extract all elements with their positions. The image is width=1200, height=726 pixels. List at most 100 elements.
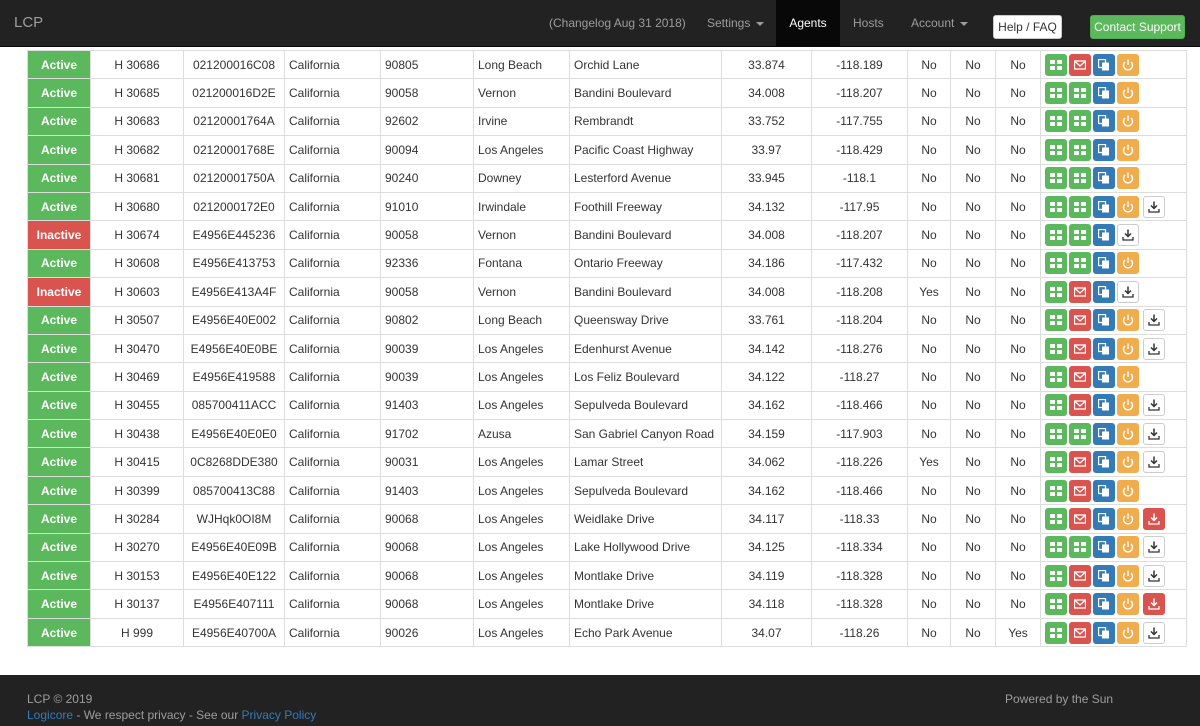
view-button[interactable] xyxy=(1045,167,1067,190)
download-button[interactable] xyxy=(1143,621,1165,644)
copy-button[interactable] xyxy=(1093,138,1115,161)
status-badge[interactable]: Active xyxy=(27,248,91,279)
message-button[interactable] xyxy=(1069,507,1091,530)
power-button[interactable] xyxy=(1117,365,1139,388)
view-button[interactable] xyxy=(1045,53,1067,76)
view-button[interactable] xyxy=(1045,82,1067,105)
status-badge[interactable]: Inactive xyxy=(27,220,91,250)
copy-button[interactable] xyxy=(1093,337,1115,360)
view-button[interactable] xyxy=(1045,280,1067,303)
table-row[interactable]: Active H 30469 E4956E419588 California 90039… xyxy=(27,362,1187,392)
download-button[interactable] xyxy=(1143,195,1165,218)
help-faq-button[interactable]: Help / FAQ xyxy=(993,15,1062,39)
copy-button[interactable] xyxy=(1093,564,1115,587)
message-button[interactable] xyxy=(1069,394,1091,417)
table-row[interactable]: Active H 30438 E4956E40E0E0 California 91702… xyxy=(27,419,1187,449)
view-button[interactable] xyxy=(1045,337,1067,360)
message-button[interactable] xyxy=(1069,564,1091,587)
view-button[interactable] xyxy=(1045,394,1067,417)
power-button[interactable] xyxy=(1117,138,1139,161)
view-button[interactable] xyxy=(1069,224,1091,247)
status-badge[interactable]: Active xyxy=(27,447,91,477)
power-button[interactable] xyxy=(1117,564,1139,587)
table-row[interactable]: Active H 30683 02120001764A California 92602… xyxy=(27,106,1187,137)
download-button[interactable] xyxy=(1117,280,1139,303)
status-badge[interactable]: Active xyxy=(27,362,91,392)
copy-button[interactable] xyxy=(1093,621,1115,644)
message-button[interactable] xyxy=(1069,309,1091,332)
view-button[interactable] xyxy=(1069,110,1091,133)
view-button[interactable] xyxy=(1045,451,1067,474)
copy-button[interactable] xyxy=(1093,507,1115,530)
view-button[interactable] xyxy=(1069,167,1091,190)
view-button[interactable] xyxy=(1045,365,1067,388)
table-row[interactable]: Active H 30284 WJHqk0OI8M California 90068 Lo… xyxy=(27,504,1187,534)
message-button[interactable] xyxy=(1069,337,1091,360)
copy-button[interactable] xyxy=(1093,365,1115,388)
copy-button[interactable] xyxy=(1093,422,1115,445)
status-badge[interactable]: Active xyxy=(27,163,91,193)
power-button[interactable] xyxy=(1117,451,1139,474)
status-badge[interactable]: Active xyxy=(27,504,91,534)
table-row[interactable]: Active H 30399 085700413C88 California 91403… xyxy=(27,475,1187,506)
download-button[interactable] xyxy=(1143,337,1165,360)
view-button[interactable] xyxy=(1045,224,1067,247)
status-badge[interactable]: Active xyxy=(27,106,91,137)
status-badge[interactable]: Active xyxy=(27,78,91,108)
message-button[interactable] xyxy=(1069,593,1091,616)
power-button[interactable] xyxy=(1117,195,1139,218)
status-badge[interactable]: Active xyxy=(27,532,91,563)
copy-button[interactable] xyxy=(1093,167,1115,190)
power-button[interactable] xyxy=(1117,309,1139,332)
power-button[interactable] xyxy=(1117,621,1139,644)
view-button[interactable] xyxy=(1069,536,1091,559)
download-button[interactable] xyxy=(1143,507,1165,530)
view-button[interactable] xyxy=(1045,479,1067,502)
download-button[interactable] xyxy=(1143,422,1165,445)
download-button[interactable] xyxy=(1143,394,1165,417)
status-badge[interactable]: Active xyxy=(27,589,91,619)
power-button[interactable] xyxy=(1117,507,1139,530)
power-button[interactable] xyxy=(1117,110,1139,133)
view-button[interactable] xyxy=(1045,564,1067,587)
power-button[interactable] xyxy=(1117,394,1139,417)
view-button[interactable] xyxy=(1045,507,1067,530)
message-button[interactable] xyxy=(1069,365,1091,388)
table-row[interactable]: Inactive H 30603 E4956E413A4F California 900… xyxy=(27,277,1187,307)
view-button[interactable] xyxy=(1045,252,1067,275)
company-link[interactable]: Logicore xyxy=(27,708,73,722)
table-row[interactable]: Active H 30470 E4956E40E0BE California 90039… xyxy=(27,333,1187,364)
view-button[interactable] xyxy=(1045,422,1067,445)
copy-button[interactable] xyxy=(1093,394,1115,417)
view-button[interactable] xyxy=(1045,138,1067,161)
download-button[interactable] xyxy=(1117,224,1139,247)
view-button[interactable] xyxy=(1069,138,1091,161)
view-button[interactable] xyxy=(1069,82,1091,105)
power-button[interactable] xyxy=(1117,252,1139,275)
message-button[interactable] xyxy=(1069,479,1091,502)
view-button[interactable] xyxy=(1069,252,1091,275)
contact-support-button[interactable]: Contact Support xyxy=(1090,15,1185,39)
status-badge[interactable]: Active xyxy=(27,305,91,335)
table-row[interactable]: Active H 30680 0212000172E0 California 91010… xyxy=(27,191,1187,222)
copy-button[interactable] xyxy=(1093,82,1115,105)
status-badge[interactable]: Active xyxy=(27,561,91,591)
copy-button[interactable] xyxy=(1093,593,1115,616)
view-button[interactable] xyxy=(1045,536,1067,559)
table-row[interactable]: Active H 30682 02120001768E California 90094… xyxy=(27,135,1187,165)
table-row[interactable]: Active H 30507 E4956E40E002 California 90802… xyxy=(27,305,1187,335)
power-button[interactable] xyxy=(1117,337,1139,360)
download-button[interactable] xyxy=(1143,451,1165,474)
table-row[interactable]: Active H 30685 021200016D2E California 90058… xyxy=(27,78,1187,108)
copy-button[interactable] xyxy=(1093,110,1115,133)
privacy-policy-link[interactable]: Privacy Policy xyxy=(242,708,317,722)
download-button[interactable] xyxy=(1143,564,1165,587)
table-row[interactable]: Active H 30153 E4956E40E122 California 90068… xyxy=(27,561,1187,591)
message-button[interactable] xyxy=(1069,280,1091,303)
view-button[interactable] xyxy=(1045,309,1067,332)
power-button[interactable] xyxy=(1117,53,1139,76)
copy-button[interactable] xyxy=(1093,479,1115,502)
table-row[interactable]: Active H 999 E4956E40700A California 90026 Lo… xyxy=(27,617,1187,648)
changelog-link[interactable]: (Changelog Aug 31 2018) xyxy=(549,0,686,46)
message-button[interactable] xyxy=(1069,621,1091,644)
